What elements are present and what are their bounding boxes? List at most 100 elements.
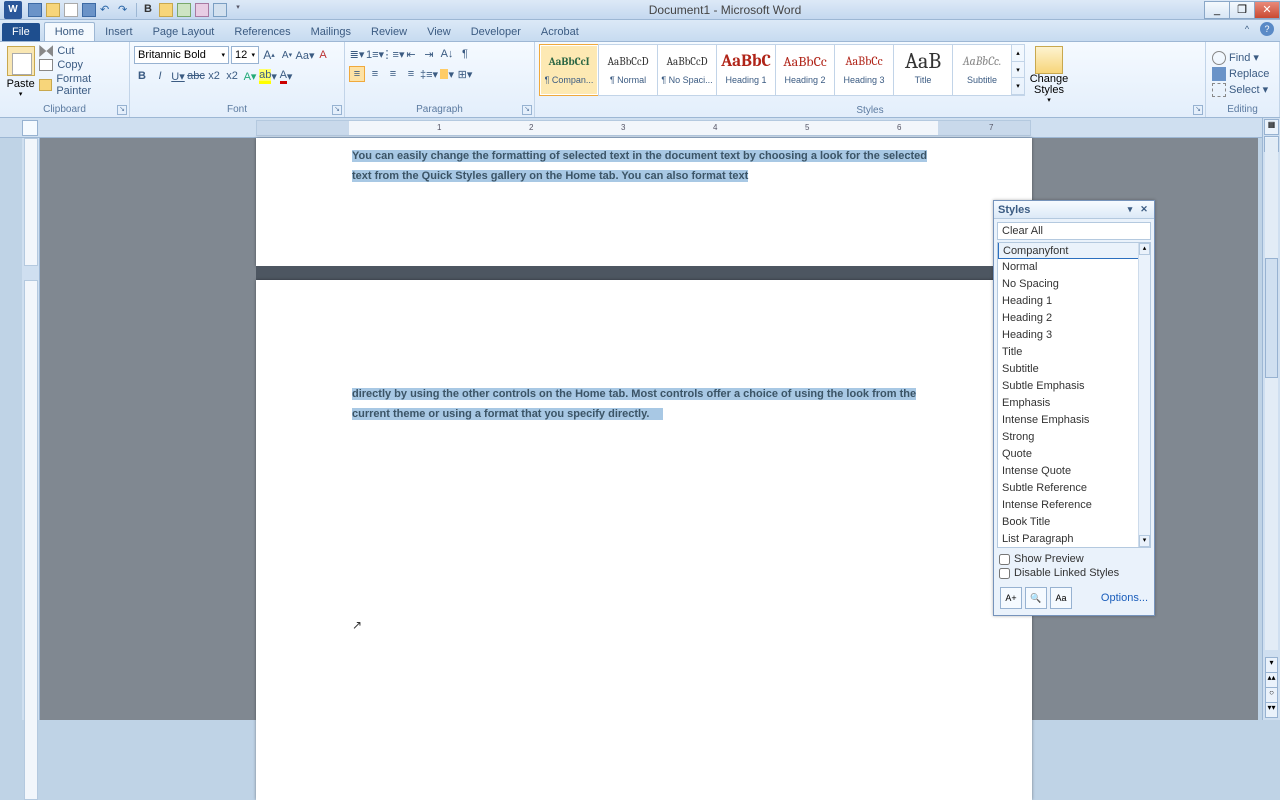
qat-icon-b[interactable] bbox=[177, 3, 191, 17]
style-gallery-item-7[interactable]: AaBbCc.Subtitle bbox=[952, 44, 1012, 96]
scroll-thumb[interactable] bbox=[1265, 258, 1278, 378]
increase-indent-icon[interactable]: ⇥ bbox=[421, 46, 437, 62]
font-name-combo[interactable]: Britannic Bold▾ bbox=[134, 46, 229, 64]
manage-styles-button[interactable]: Aa bbox=[1050, 587, 1072, 609]
tab-home[interactable]: Home bbox=[44, 22, 95, 41]
shading-icon[interactable]: ▾ bbox=[439, 66, 455, 82]
scroll-down-button[interactable]: ▾ bbox=[1265, 657, 1278, 673]
style-gallery-item-3[interactable]: AaBbCHeading 1 bbox=[716, 44, 776, 96]
change-styles-button[interactable]: Change Styles ▾ bbox=[1025, 44, 1073, 104]
style-gallery-item-2[interactable]: AaBbCcD¶ No Spaci... bbox=[657, 44, 717, 96]
styles-gallery-more[interactable]: ▴▾▾ bbox=[1011, 44, 1025, 96]
undo-icon[interactable]: ↶ bbox=[100, 3, 114, 17]
style-gallery-item-4[interactable]: AaBbCcHeading 2 bbox=[775, 44, 835, 96]
styles-pane-item-9[interactable]: Emphasis bbox=[998, 394, 1150, 411]
styles-pane-item-8[interactable]: Subtle Emphasis bbox=[998, 377, 1150, 394]
pane-close-icon[interactable]: ✕ bbox=[1138, 204, 1150, 216]
bold-button[interactable]: B bbox=[134, 68, 150, 84]
highlight-icon[interactable]: ab▾ bbox=[260, 68, 276, 84]
style-gallery-item-6[interactable]: AaBTitle bbox=[893, 44, 953, 96]
tab-view[interactable]: View bbox=[417, 23, 461, 41]
shrink-font-icon[interactable]: A▾ bbox=[279, 47, 295, 63]
vertical-scrollbar[interactable]: ▦ ▴ ▾ ▴▴ ○ ▾▾ bbox=[1262, 118, 1280, 720]
bullets-icon[interactable]: ≣▾ bbox=[349, 46, 365, 62]
text-effects-icon[interactable]: A▾ bbox=[242, 68, 258, 84]
redo-icon[interactable]: ↷ bbox=[118, 3, 132, 17]
change-case-icon[interactable]: Aa▾ bbox=[297, 47, 313, 63]
help-icon[interactable]: ? bbox=[1260, 22, 1274, 36]
clear-all-button[interactable]: Clear All bbox=[997, 222, 1151, 240]
new-style-button[interactable]: A+ bbox=[1000, 587, 1022, 609]
copy-button[interactable]: Copy bbox=[37, 58, 125, 72]
ribbon-minimize-icon[interactable]: ^ bbox=[1240, 22, 1254, 36]
style-gallery-item-5[interactable]: AaBbCcHeading 3 bbox=[834, 44, 894, 96]
align-right-icon[interactable]: ≡ bbox=[385, 66, 401, 82]
italic-button[interactable]: I bbox=[152, 68, 168, 84]
styles-pane-item-0[interactable]: Companyfont bbox=[998, 242, 1150, 259]
minimize-button[interactable]: _ bbox=[1204, 1, 1230, 19]
format-painter-button[interactable]: Format Painter bbox=[37, 72, 125, 98]
page-2[interactable]: directly by using the other controls on … bbox=[256, 280, 1032, 800]
tab-selector[interactable] bbox=[22, 120, 38, 136]
replace-button[interactable]: Replace bbox=[1210, 66, 1275, 82]
prev-page-button[interactable]: ▴▴ bbox=[1265, 672, 1278, 688]
styles-pane-item-6[interactable]: Title bbox=[998, 343, 1150, 360]
align-left-icon[interactable]: ≡ bbox=[349, 66, 365, 82]
styles-dialog-launcher[interactable]: ↘ bbox=[1193, 105, 1203, 115]
new-icon[interactable] bbox=[64, 3, 78, 17]
grow-font-icon[interactable]: A▴ bbox=[261, 47, 277, 63]
decrease-indent-icon[interactable]: ⇤ bbox=[403, 46, 419, 62]
underline-button[interactable]: U▾ bbox=[170, 68, 186, 84]
line-spacing-icon[interactable]: ‡≡▾ bbox=[421, 66, 437, 82]
style-gallery-item-0[interactable]: AaBbCcI¶ Compan... bbox=[539, 44, 599, 96]
tab-acrobat[interactable]: Acrobat bbox=[531, 23, 589, 41]
styles-pane-item-13[interactable]: Intense Quote bbox=[998, 462, 1150, 479]
close-button[interactable]: ✕ bbox=[1254, 1, 1280, 19]
tab-file[interactable]: File bbox=[2, 23, 40, 41]
bold-qat-icon[interactable]: B bbox=[141, 3, 155, 17]
styles-pane-item-17[interactable]: List Paragraph bbox=[998, 530, 1150, 547]
styles-pane-item-16[interactable]: Book Title bbox=[998, 513, 1150, 530]
tab-mailings[interactable]: Mailings bbox=[301, 23, 361, 41]
sort-icon[interactable]: A↓ bbox=[439, 46, 455, 62]
styles-pane-item-10[interactable]: Intense Emphasis bbox=[998, 411, 1150, 428]
superscript-button[interactable]: x2 bbox=[224, 68, 240, 84]
pane-dropdown-icon[interactable]: ▾ bbox=[1124, 204, 1136, 216]
paste-button[interactable]: Paste ▾ bbox=[4, 44, 37, 98]
clipboard-dialog-launcher[interactable]: ↘ bbox=[117, 105, 127, 115]
borders-icon[interactable]: ⊞▾ bbox=[457, 66, 473, 82]
qat-more-icon[interactable]: ▾ bbox=[231, 3, 245, 17]
tab-review[interactable]: Review bbox=[361, 23, 417, 41]
styles-pane-item-3[interactable]: Heading 1 bbox=[998, 292, 1150, 309]
options-link[interactable]: Options... bbox=[1101, 592, 1148, 604]
styles-pane-item-12[interactable]: Quote bbox=[998, 445, 1150, 462]
multilevel-icon[interactable]: ⋮≡▾ bbox=[385, 46, 401, 62]
open-icon[interactable] bbox=[46, 3, 60, 17]
styles-pane-item-5[interactable]: Heading 3 bbox=[998, 326, 1150, 343]
styles-pane-item-4[interactable]: Heading 2 bbox=[998, 309, 1150, 326]
show-preview-checkbox[interactable]: Show Preview bbox=[999, 552, 1149, 566]
cut-button[interactable]: Cut bbox=[37, 44, 125, 58]
save-icon[interactable] bbox=[28, 3, 42, 17]
save-icon-2[interactable] bbox=[82, 3, 96, 17]
page-1[interactable]: You can easily change the formatting of … bbox=[256, 138, 1032, 266]
styles-pane-title[interactable]: Styles ▾ ✕ bbox=[994, 201, 1154, 219]
clear-formatting-icon[interactable]: A bbox=[315, 47, 331, 63]
styles-pane-item-7[interactable]: Subtitle bbox=[998, 360, 1150, 377]
font-dialog-launcher[interactable]: ↘ bbox=[332, 105, 342, 115]
tab-insert[interactable]: Insert bbox=[95, 23, 143, 41]
style-gallery-item-1[interactable]: AaBbCcD¶ Normal bbox=[598, 44, 658, 96]
styles-list-scrollbar[interactable]: ▴▾ bbox=[1138, 243, 1150, 547]
vertical-ruler[interactable] bbox=[22, 138, 40, 720]
qat-icon-c[interactable] bbox=[195, 3, 209, 17]
paragraph-dialog-launcher[interactable]: ↘ bbox=[522, 105, 532, 115]
disable-linked-checkbox[interactable]: Disable Linked Styles bbox=[999, 566, 1149, 580]
styles-pane-item-11[interactable]: Strong bbox=[998, 428, 1150, 445]
styles-pane-item-2[interactable]: No Spacing bbox=[998, 275, 1150, 292]
align-center-icon[interactable]: ≡ bbox=[367, 66, 383, 82]
maximize-button[interactable]: ❐ bbox=[1229, 1, 1255, 19]
tab-page-layout[interactable]: Page Layout bbox=[143, 23, 225, 41]
find-button[interactable]: Find ▾ bbox=[1210, 50, 1275, 66]
font-size-combo[interactable]: 12▾ bbox=[231, 46, 259, 64]
next-page-button[interactable]: ▾▾ bbox=[1265, 702, 1278, 718]
